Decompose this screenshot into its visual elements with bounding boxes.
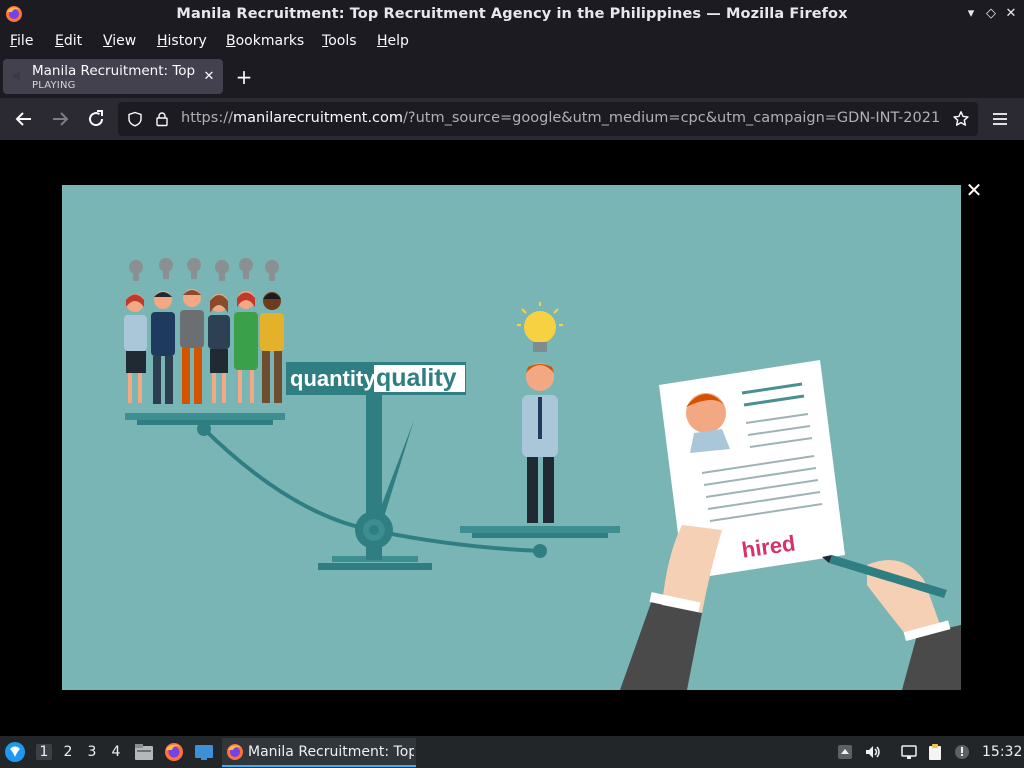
workspace-4[interactable]: 4	[108, 744, 124, 760]
menu-tools[interactable]: Tools	[322, 33, 357, 49]
quantity-label: quantity	[290, 366, 376, 391]
menu-view[interactable]: View	[103, 33, 136, 49]
file-manager-icon[interactable]	[133, 741, 155, 763]
navigation-toolbar: https://manilarecruitment.com/?utm_sourc…	[0, 98, 1024, 140]
crowd-group	[124, 258, 284, 404]
clipboard-icon[interactable]	[926, 743, 944, 761]
system-taskbar: 1 2 3 4 Manila Recruitment: Top Recruitm…	[0, 736, 1024, 768]
reload-icon[interactable]	[84, 107, 108, 131]
desktop-icon[interactable]	[193, 741, 215, 763]
menu-bar: File Edit View History Bookmarks Tools H…	[0, 30, 1024, 55]
tab-manila-recruitment[interactable]: Manila Recruitment: Top Recruitment Agen…	[3, 59, 223, 94]
left-pan	[125, 413, 285, 420]
network-icon[interactable]	[900, 743, 918, 761]
window-titlebar: Manila Recruitment: Top Recruitment Agen…	[0, 0, 1024, 30]
menu-bookmarks[interactable]: Bookmarks	[226, 33, 304, 49]
scale-base	[318, 563, 432, 570]
maximize-icon[interactable]: ◇	[983, 6, 999, 22]
quality-candidate	[517, 302, 563, 523]
left-hand	[620, 525, 722, 690]
bookmark-star-icon[interactable]	[952, 110, 970, 128]
app-menu-icon[interactable]	[990, 109, 1010, 129]
taskbar-task-firefox[interactable]: Manila Recruitment: Top Recruitment Agen…	[222, 738, 416, 767]
tracking-protection-shield-icon[interactable]	[127, 111, 143, 127]
speaker-icon	[13, 71, 20, 81]
tray-expand-icon[interactable]	[836, 743, 854, 761]
menu-file[interactable]: File	[10, 33, 33, 49]
lightbox-banner[interactable]: quantity quality hired	[62, 185, 961, 690]
close-window-icon[interactable]: ✕	[1003, 6, 1019, 22]
quantity-vs-quality-illustration: quantity quality hired	[124, 258, 961, 690]
new-tab-button[interactable]: +	[233, 67, 255, 89]
tab-playing-label: PLAYING	[32, 80, 76, 91]
taskbar-task-label: Manila Recruitment: Top Recruitment Agen…	[248, 744, 414, 760]
volume-icon[interactable]	[864, 743, 882, 761]
tab-strip: Manila Recruitment: Top Recruitment Agen…	[0, 55, 1024, 98]
right-hand	[822, 555, 961, 690]
right-pan	[460, 526, 620, 533]
firefox-task-icon	[227, 744, 243, 760]
application-launcher-icon[interactable]	[4, 741, 26, 763]
notifications-icon[interactable]	[953, 743, 971, 761]
back-icon[interactable]	[12, 107, 36, 131]
lock-icon[interactable]	[154, 111, 170, 127]
menu-history[interactable]: History	[157, 33, 207, 49]
quality-label: quality	[376, 364, 457, 392]
menu-edit[interactable]: Edit	[55, 33, 82, 49]
workspace-1[interactable]: 1	[36, 744, 52, 760]
workspace-2[interactable]: 2	[60, 744, 76, 760]
tab-title: Manila Recruitment: Top Recruitment Agen…	[32, 63, 195, 79]
workspace-3[interactable]: 3	[84, 744, 100, 760]
close-tab-icon[interactable]: ✕	[201, 69, 217, 85]
page-content: quantity quality hired ✕	[0, 140, 1024, 736]
url-bar[interactable]: https://manilarecruitment.com/?utm_sourc…	[118, 102, 978, 136]
forward-icon[interactable]	[48, 107, 72, 131]
clock[interactable]: 15:32	[982, 744, 1022, 760]
menu-help[interactable]: Help	[377, 33, 409, 49]
firefox-launcher-icon[interactable]	[163, 741, 185, 763]
minimize-icon[interactable]: ▾	[963, 6, 979, 22]
url-text[interactable]: https://manilarecruitment.com/?utm_sourc…	[181, 110, 941, 126]
close-lightbox-button[interactable]: ✕	[964, 180, 984, 200]
window-title: Manila Recruitment: Top Recruitment Agen…	[176, 6, 848, 22]
